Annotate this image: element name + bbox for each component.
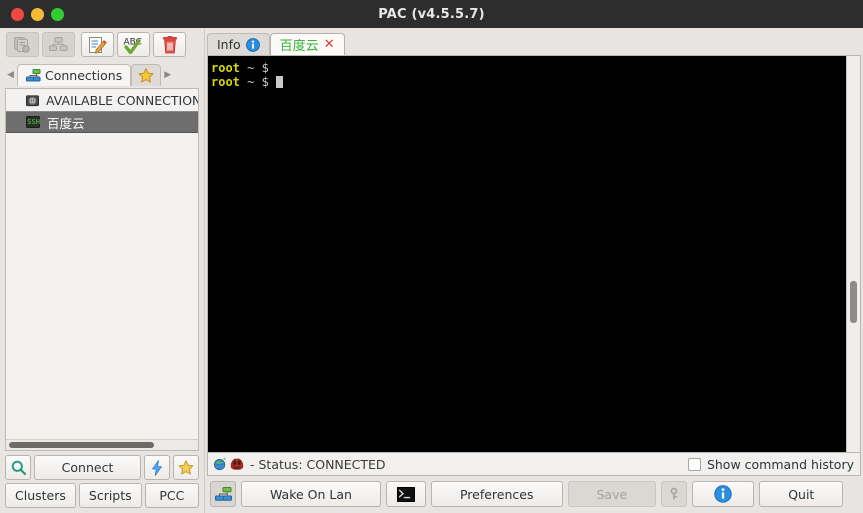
network-tree-icon (214, 487, 232, 501)
network-tree-icon (26, 69, 41, 82)
sidebar-tab-bar: ◀ Connections ▶ (0, 60, 204, 86)
terminal-prompt: $ (261, 61, 269, 75)
show-command-history-checkbox[interactable]: Show command history (687, 456, 858, 472)
preferences-button[interactable]: Preferences (430, 481, 563, 507)
abc-check-icon: ABC (123, 37, 141, 54)
tab-baiduyun[interactable]: 百度云 ✕ (269, 33, 345, 55)
search-icon (11, 460, 26, 475)
checkbox-label: Show command history (706, 456, 854, 472)
status-bar: - Status: CONNECTED Show command history (207, 452, 861, 476)
minimize-window-button[interactable] (31, 7, 44, 21)
save-button[interactable]: Save (567, 481, 657, 507)
clusters-button[interactable]: Clusters (5, 483, 76, 508)
lightning-icon (152, 459, 162, 476)
close-window-button[interactable] (11, 7, 24, 21)
star-icon (178, 460, 194, 475)
group-connection-button[interactable] (42, 32, 75, 57)
tree-item-baiduyun[interactable]: SSH 百度云 (6, 111, 198, 133)
sidebar-tab-connections[interactable]: Connections (17, 64, 132, 86)
terminal-scrollbar-thumb[interactable] (850, 281, 857, 323)
monster-icon (230, 458, 244, 470)
window-title: PAC (v4.5.5.7) (378, 6, 485, 22)
terminal-tab-bar: Info 百度云 ✕ (205, 28, 863, 55)
connections-tree: AVAILABLE CONNECTIONS SSH 百度云 (5, 88, 199, 451)
folder-globe-icon (26, 94, 40, 106)
tree-item-label: 百度云 (47, 115, 85, 131)
wake-on-lan-button[interactable]: Wake On Lan (241, 481, 381, 507)
terminal-panel: Info 百度云 ✕ root ~ $ root ~ $ - Status: C… (205, 28, 863, 513)
check-spelling-button[interactable]: ABC (117, 32, 150, 57)
tab-info[interactable]: Info (207, 33, 270, 55)
quick-connect-button[interactable] (144, 455, 170, 480)
copy-icon (14, 37, 30, 53)
title-bar: PAC (v4.5.5.7) (0, 0, 863, 28)
sidebar-button-row-1: Connect (0, 451, 204, 480)
connections-toggle-button[interactable] (210, 481, 236, 507)
delete-connection-button[interactable] (153, 32, 186, 57)
sidebar-tab-connections-label: Connections (45, 68, 123, 83)
ssh-terminal-icon: SSH (26, 116, 40, 128)
favourites-button[interactable] (173, 455, 199, 480)
tree-item-label: AVAILABLE CONNECTIONS (46, 92, 198, 108)
terminal-user: root (211, 61, 240, 75)
close-icon[interactable]: ✕ (324, 38, 335, 51)
star-icon (138, 68, 154, 83)
cluster-icon (49, 37, 68, 51)
terminal-vertical-scrollbar[interactable] (846, 56, 860, 452)
key-icon (670, 487, 678, 500)
terminal-user: root (211, 75, 240, 89)
scripts-button[interactable]: Scripts (78, 483, 142, 508)
about-button[interactable] (692, 481, 755, 507)
main-split: ABC ◀ Connections ▶ AVAILABLE CONNECTION… (0, 28, 863, 513)
info-icon (245, 37, 260, 52)
terminal-line: root ~ $ (211, 61, 846, 75)
checkbox-box[interactable] (687, 457, 701, 471)
svg-text:SSH: SSH (27, 118, 40, 126)
terminal-line: root ~ $ (211, 75, 846, 89)
edit-connection-button[interactable] (81, 32, 114, 57)
info-icon (714, 485, 732, 503)
connections-sidebar: ABC ◀ Connections ▶ AVAILABLE CONNECTION… (0, 28, 205, 513)
status-text: - Status: CONNECTED (250, 456, 386, 472)
edit-pencil-icon (89, 36, 107, 54)
connections-tree-list: AVAILABLE CONNECTIONS SSH 百度云 (6, 89, 198, 439)
pac-main-window: PAC (v4.5.5.7) ABC ◀ Connections ▶ AVAIL… (0, 0, 863, 513)
terminal-icon (396, 486, 415, 502)
quit-button[interactable]: Quit (759, 481, 844, 507)
terminal-prompt: $ (261, 75, 269, 89)
status-icon-group (210, 457, 248, 471)
sidebar-tabs-next-arrow[interactable]: ▶ (161, 64, 174, 86)
lock-button[interactable] (661, 481, 688, 507)
sidebar-toolbar: ABC (0, 28, 204, 60)
tree-horizontal-scrollbar[interactable] (6, 439, 198, 450)
sidebar-button-row-2: Clusters Scripts PCC (0, 480, 204, 513)
trash-icon (162, 35, 177, 53)
tab-baiduyun-label: 百度云 (279, 39, 319, 54)
window-controls (0, 7, 64, 21)
sidebar-tabs-prev-arrow[interactable]: ◀ (4, 64, 17, 86)
tree-scrollbar-thumb[interactable] (9, 442, 155, 448)
maximize-window-button[interactable] (51, 7, 64, 21)
terminal-output[interactable]: root ~ $ root ~ $ (208, 56, 846, 452)
globe-icon (214, 457, 226, 471)
pcc-button[interactable]: PCC (144, 483, 199, 508)
tab-info-label: Info (217, 37, 241, 52)
clone-connection-button[interactable] (6, 32, 39, 57)
terminal-cursor (276, 76, 284, 88)
connect-button[interactable]: Connect (34, 455, 141, 480)
action-bar: Wake On Lan Preferences Save Quit (205, 476, 863, 513)
terminal-area: root ~ $ root ~ $ (207, 55, 861, 452)
tree-item-available-connections[interactable]: AVAILABLE CONNECTIONS (6, 89, 198, 111)
sidebar-tab-favourites[interactable] (131, 64, 162, 86)
local-shell-button[interactable] (385, 481, 426, 507)
search-button[interactable] (5, 455, 31, 480)
